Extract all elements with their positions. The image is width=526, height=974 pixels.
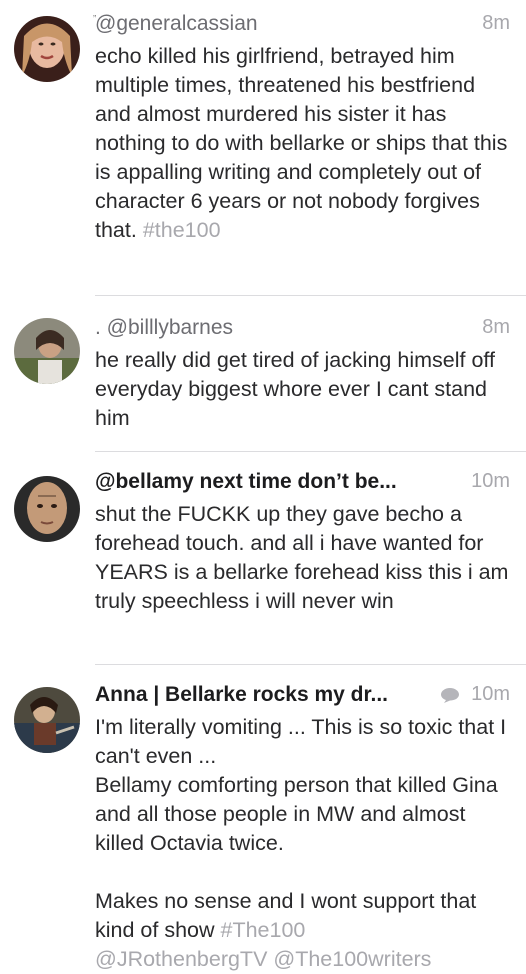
tweet-text: he really did get tired of jacking himse… [95, 348, 501, 430]
hashtag-link[interactable]: #The100 [221, 918, 306, 942]
tweet-time: 10m [471, 683, 510, 705]
tweet-handle[interactable]: . @billlybarnes [95, 316, 233, 340]
tweet-4[interactable]: Anna | Bellarke rocks my dr... 10m I'm l… [0, 665, 526, 971]
tweet-text: shut the FUCKK up they gave becho a fore… [95, 502, 515, 613]
tweet-text: echo killed his girlfriend, betrayed him… [95, 44, 514, 242]
tweet-1[interactable]: „ @generalcassian 8m echo killed his gir… [0, 0, 526, 296]
avatar[interactable] [14, 687, 80, 753]
tweet-text: I'm literally vomiting ... This is so to… [95, 715, 513, 971]
tweet-display-name[interactable]: Anna | Bellarke rocks my dr... [95, 683, 388, 707]
tweet-3[interactable]: @bellamy next time don’t be... 10m shut … [0, 452, 526, 665]
mention-links[interactable]: @JRothenbergTV @The100writers [95, 947, 431, 971]
avatar[interactable] [14, 16, 80, 82]
tweet-2[interactable]: . @billlybarnes 8m he really did get tir… [0, 296, 526, 452]
tweet-time: 8m [482, 316, 510, 338]
tweet-display-name[interactable]: @bellamy next time don’t be... [95, 470, 397, 494]
avatar[interactable] [14, 476, 80, 542]
avatar[interactable] [14, 318, 80, 384]
hashtag-link[interactable]: #the100 [143, 218, 221, 242]
tweet-handle[interactable]: @generalcassian [95, 12, 258, 36]
tweet-time: 10m [471, 470, 510, 492]
speech-bubble-icon [441, 688, 459, 703]
tweet-time: 8m [482, 12, 510, 34]
